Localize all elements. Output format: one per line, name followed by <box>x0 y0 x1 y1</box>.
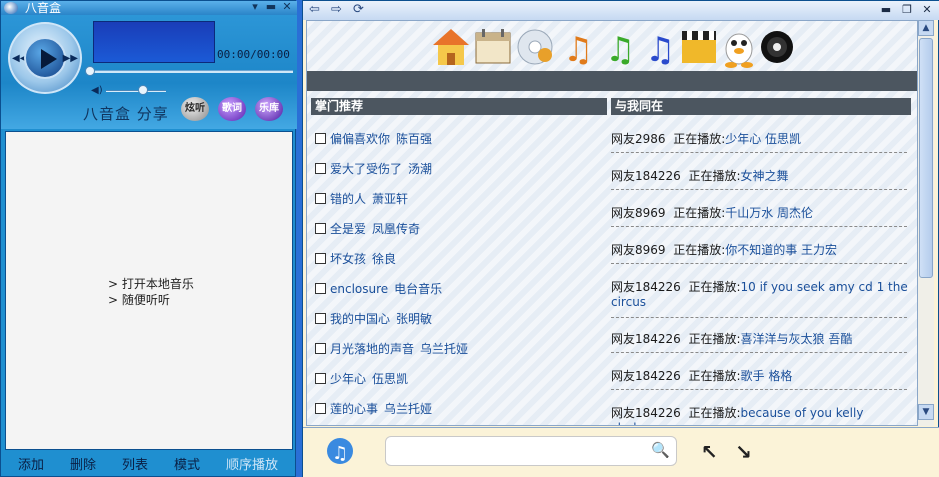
xuanting-button[interactable]: 炫听 <box>181 97 209 121</box>
checkbox[interactable] <box>315 223 326 234</box>
playlist-panel: > 打开本地音乐 > 随便听听 <box>5 131 293 450</box>
vertical-scrollbar[interactable]: ▲ ▼ <box>918 20 934 426</box>
menu-bar <box>307 71 917 91</box>
player-title: 八音盒 <box>25 1 62 15</box>
shrink-arrow-icon[interactable]: ↖ <box>701 440 718 464</box>
mode-button[interactable]: 模式 <box>174 454 200 473</box>
add-button[interactable]: 添加 <box>18 454 44 473</box>
recommend-item[interactable]: 月光落地的声音 乌兰托娅 <box>315 340 468 356</box>
play-order-button[interactable]: 顺序播放 <box>226 454 278 473</box>
friend-item[interactable]: 网友184226 正在播放:喜洋洋与灰太狼 吾酷 <box>611 332 911 353</box>
next-icon[interactable]: ▶▶ <box>63 53 78 64</box>
open-local-music-link[interactable]: > 打开本地音乐 <box>108 276 194 292</box>
friends-header: 与我同在 <box>611 98 911 115</box>
clapperboard-icon[interactable] <box>679 25 719 69</box>
cd-icon[interactable] <box>515 25 555 69</box>
calendar-icon[interactable] <box>473 25 513 69</box>
svg-text:♫: ♫ <box>332 443 348 464</box>
expand-arrow-icon[interactable]: ↘ <box>735 440 752 464</box>
recommend-item[interactable]: 我的中国心 张明敏 <box>315 310 432 326</box>
recommend-item[interactable]: 全是爱 凤凰传奇 <box>315 220 420 236</box>
seek-knob[interactable] <box>85 66 95 76</box>
search-icon[interactable]: 🔍 <box>651 441 670 459</box>
music-player-window: 八音盒 ▾ ▬ ✕ ◀◀ ▶▶ 00:00/00:00 ◀) 八音盒 分享 炫听… <box>0 0 297 477</box>
list-button[interactable]: 列表 <box>122 454 148 473</box>
checkbox[interactable] <box>315 163 326 174</box>
friend-item[interactable]: 网友8969 正在播放:千山万水 周杰伦 <box>611 206 911 227</box>
seek-bar[interactable] <box>87 70 293 73</box>
minimize-icon[interactable]: ▬ <box>265 1 277 13</box>
blue-music-icon[interactable]: ♫ <box>639 25 679 69</box>
friend-item[interactable]: 网友184226 正在播放:because of you kelly clark… <box>611 406 911 425</box>
delete-button[interactable]: 删除 <box>70 454 96 473</box>
recommend-item[interactable]: 爱大了受伤了 汤潮 <box>315 160 432 176</box>
friend-item[interactable]: 网友184226 正在播放:10 if you seek amy cd 1 th… <box>611 280 911 318</box>
friend-item[interactable]: 网友184226 正在播放:歌手 格格 <box>611 369 911 390</box>
maximize-icon[interactable]: ❐ <box>900 3 914 17</box>
dropdown-icon[interactable]: ▾ <box>249 1 261 13</box>
recommend-item[interactable]: 莲的心事 乌兰托娅 <box>315 400 432 416</box>
vinyl-record-icon[interactable] <box>757 25 797 69</box>
play-button[interactable]: ◀◀ ▶▶ <box>8 22 82 94</box>
recommend-item[interactable]: 错的人 萧亚轩 <box>315 190 408 206</box>
browser-title-bar: ⇦ ⇨ ⟳ ▬ ❐ ✕ <box>303 1 939 20</box>
checkbox[interactable] <box>315 313 326 324</box>
play-icon <box>41 49 57 69</box>
minimize-icon[interactable]: ▬ <box>879 3 893 17</box>
music-browser-window: ⇦ ⇨ ⟳ ▬ ❐ ✕ ♫ ♫ ♫ 掌门推荐 与我同在 偏偏喜欢你 陈百强 爱大… <box>302 0 939 477</box>
forward-icon[interactable]: ⇨ <box>331 2 342 17</box>
svg-text:♫: ♫ <box>645 30 675 69</box>
recommend-item[interactable]: 坏女孩 徐良 <box>315 250 396 266</box>
checkbox[interactable] <box>315 283 326 294</box>
checkbox[interactable] <box>315 193 326 204</box>
home-icon[interactable] <box>431 25 471 69</box>
checkbox[interactable] <box>315 373 326 384</box>
scroll-up-icon[interactable]: ▲ <box>918 20 934 36</box>
bottom-toolbar: ♫ 🔍 ↖ ↘ <box>303 427 939 477</box>
svg-text:♫: ♫ <box>605 30 635 69</box>
close-icon[interactable]: ✕ <box>281 1 293 13</box>
svg-text:♫: ♫ <box>563 30 593 69</box>
player-title-bar: 八音盒 ▾ ▬ ✕ <box>1 1 297 15</box>
friend-item[interactable]: 网友184226 正在播放:女神之舞 <box>611 169 911 190</box>
green-music-icon[interactable]: ♫ <box>599 25 639 69</box>
library-button[interactable]: 乐库 <box>255 97 283 121</box>
volume-slider[interactable] <box>106 90 166 92</box>
content-area: ♫ ♫ ♫ 掌门推荐 与我同在 偏偏喜欢你陈百强 爱大了受伤了汤潮 错的人 <box>306 20 918 426</box>
app-logo-icon <box>4 2 18 14</box>
music-note-icon[interactable]: ♫ <box>325 436 355 466</box>
refresh-icon[interactable]: ⟳ <box>353 2 364 17</box>
scroll-thumb[interactable] <box>919 38 933 278</box>
checkbox[interactable] <box>315 343 326 354</box>
close-icon[interactable]: ✕ <box>920 3 934 17</box>
scroll-down-icon[interactable]: ▼ <box>918 404 934 420</box>
volume-knob[interactable] <box>138 85 148 95</box>
checkbox[interactable] <box>315 253 326 264</box>
lyrics-button[interactable]: 歌词 <box>218 97 246 121</box>
back-icon[interactable]: ⇦ <box>309 2 320 17</box>
checkbox[interactable] <box>315 403 326 414</box>
brand-text: 八音盒 分享 <box>83 105 169 123</box>
recommend-item[interactable]: 少年心 伍思凯 <box>315 370 408 386</box>
recommend-item[interactable]: 偏偏喜欢你 陈百强 <box>315 130 432 146</box>
visualizer-screen <box>93 21 215 63</box>
orange-music-icon[interactable]: ♫ <box>557 25 597 69</box>
random-listen-link[interactable]: > 随便听听 <box>108 292 194 308</box>
volume-icon[interactable]: ◀) <box>91 85 103 96</box>
penguin-icon[interactable] <box>719 25 759 69</box>
friend-item[interactable]: 网友8969 正在播放:你不知道的事 王力宏 <box>611 243 911 264</box>
checkbox[interactable] <box>315 133 326 144</box>
player-control-panel: ◀◀ ▶▶ 00:00/00:00 ◀) 八音盒 分享 炫听 歌词 乐库 <box>1 15 297 129</box>
play-timer: 00:00/00:00 <box>217 48 290 61</box>
search-input[interactable]: 🔍 <box>385 436 677 466</box>
recommend-header: 掌门推荐 <box>311 98 607 115</box>
friend-item[interactable]: 网友2986 正在播放:少年心 伍思凯 <box>611 132 911 153</box>
player-bottom-bar: 添加 删除 列表 模式 顺序播放 <box>1 453 297 477</box>
recommend-item[interactable]: enclosure 电台音乐 <box>315 280 442 296</box>
